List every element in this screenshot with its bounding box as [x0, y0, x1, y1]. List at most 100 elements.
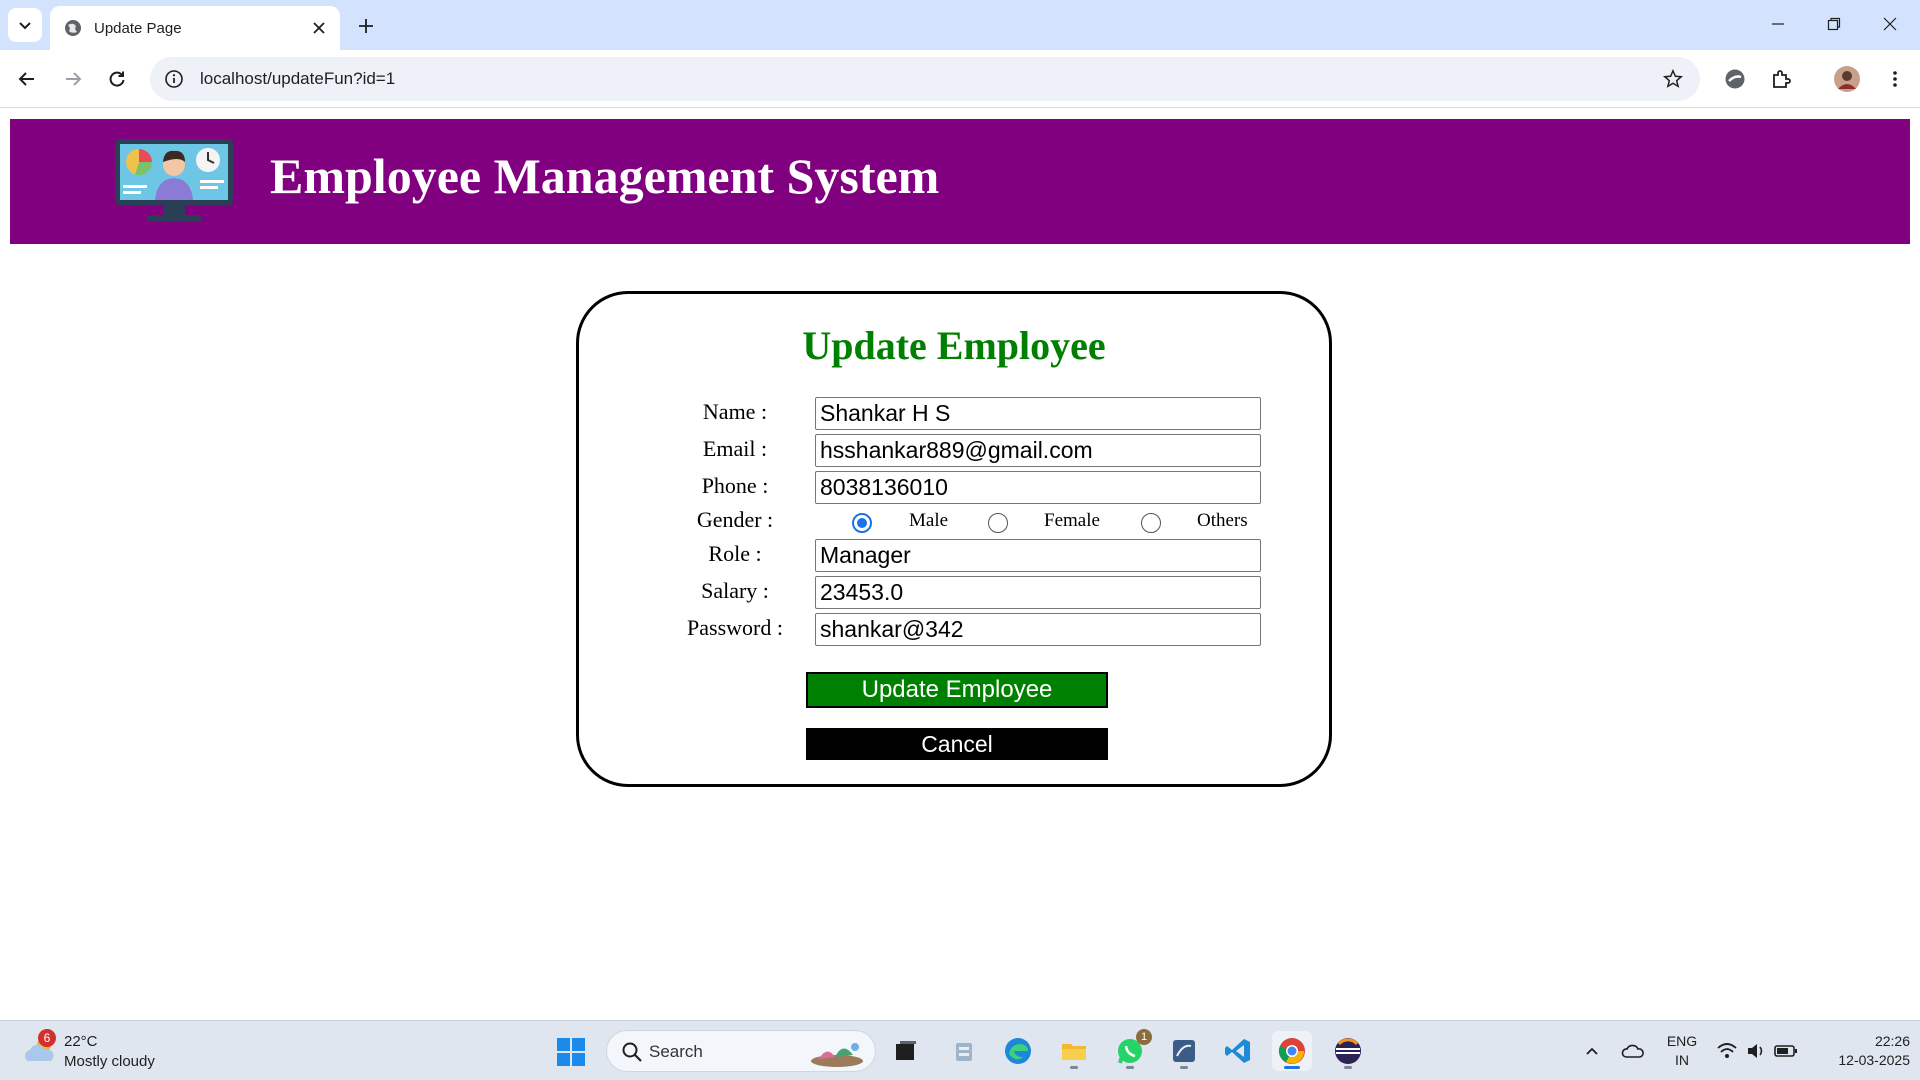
file-explorer-app[interactable] [1054, 1031, 1094, 1071]
forward-button[interactable] [56, 62, 90, 96]
language-indicator-bottom[interactable]: IN [1664, 1052, 1700, 1068]
eclipse-icon [1335, 1038, 1361, 1064]
running-indicator [1180, 1066, 1188, 1069]
extensions-button[interactable] [1766, 64, 1796, 94]
name-label: Name : [702, 399, 768, 424]
minimize-button[interactable] [1758, 10, 1798, 38]
gender-male-radio[interactable] [852, 513, 872, 533]
weather-widget[interactable]: 6 22°C Mostly cloudy [18, 1029, 178, 1073]
eclipse-app[interactable] [1328, 1031, 1368, 1071]
running-indicator [1284, 1066, 1300, 1069]
phone-input[interactable]: 8038136010 [815, 471, 1261, 504]
cloud-sync-icon [1621, 1044, 1644, 1058]
clock-time[interactable]: 22:26 [1810, 1033, 1910, 1049]
tab-title: Update Page [94, 19, 182, 37]
new-tab-button[interactable] [352, 12, 380, 40]
site-header: Employee Management System [10, 119, 1910, 244]
profile-avatar[interactable] [1832, 64, 1862, 94]
volume-tray-icon[interactable] [1744, 1039, 1768, 1063]
restore-button[interactable] [1814, 10, 1854, 38]
clock-date[interactable]: 12-03-2025 [1810, 1052, 1910, 1068]
cancel-button[interactable]: Cancel [806, 728, 1108, 760]
close-icon [1883, 17, 1897, 31]
browser-tab[interactable]: Update Page [50, 6, 340, 50]
tab-search-button[interactable] [8, 8, 42, 42]
windows-start-icon[interactable] [556, 1037, 586, 1067]
windows-taskbar: 6 22°C Mostly cloudy Search 1 ENG IN 22:… [0, 1020, 1920, 1080]
update-employee-form: Update Employee Name : Shankar H S Email… [576, 291, 1332, 787]
search-highlight-art [811, 1043, 863, 1067]
running-indicator [1070, 1066, 1078, 1069]
address-bar[interactable]: localhost/updateFun?id=1 [150, 57, 1700, 101]
gender-label: Gender : [696, 507, 774, 532]
url-text[interactable]: localhost/updateFun?id=1 [200, 69, 395, 89]
weather-badge: 6 [38, 1029, 56, 1047]
vscode-app[interactable] [1218, 1031, 1258, 1071]
chrome-app[interactable] [1272, 1031, 1312, 1071]
vscode-icon [1225, 1039, 1250, 1063]
password-input[interactable]: shankar@342 [815, 613, 1261, 646]
archive-icon [956, 1043, 972, 1061]
back-button[interactable] [10, 62, 44, 96]
arrow-right-icon [66, 72, 82, 86]
language-indicator-top[interactable]: ENG [1664, 1033, 1700, 1049]
block-circle-icon [1725, 69, 1745, 89]
running-indicator [1126, 1066, 1134, 1069]
browser-tab-strip: Update Page [0, 0, 1920, 50]
reload-button[interactable] [100, 62, 134, 96]
close-tab-icon[interactable] [310, 19, 328, 37]
phone-label: Phone : [701, 473, 769, 498]
file-cabinet-app[interactable] [944, 1031, 984, 1071]
salary-label: Salary : [701, 578, 769, 603]
info-icon[interactable] [164, 69, 184, 89]
browser-menu-button[interactable] [1880, 64, 1910, 94]
weather-temp: 22°C [64, 1033, 98, 1050]
page-viewport: Employee Management System Update Employ… [0, 109, 1920, 1020]
weather-condition: Mostly cloudy [64, 1053, 155, 1070]
gender-others-radio[interactable] [1141, 513, 1161, 533]
battery-tray-icon[interactable] [1772, 1039, 1800, 1063]
task-view-app[interactable] [886, 1031, 926, 1071]
gender-others-label: Others [1197, 510, 1248, 531]
onedrive-tray-icon[interactable] [1620, 1039, 1646, 1063]
reload-icon [109, 71, 125, 87]
employee-monitor-logo [115, 139, 233, 221]
chevron-up-icon [1586, 1047, 1598, 1055]
whatsapp-app[interactable]: 1 [1110, 1029, 1152, 1071]
show-hidden-icons-button[interactable] [1582, 1039, 1602, 1063]
database-icon [1173, 1040, 1195, 1062]
site-title: Employee Management System [270, 148, 940, 204]
role-input[interactable]: Manager [815, 539, 1261, 572]
puzzle-icon [1773, 70, 1791, 88]
password-label: Password : [687, 615, 783, 640]
bookmark-star-icon[interactable] [1662, 68, 1684, 90]
translate-extension-button[interactable] [1720, 64, 1750, 94]
whatsapp-badge: 1 [1136, 1029, 1152, 1045]
chrome-icon [1278, 1038, 1305, 1064]
gender-female-label: Female [1044, 510, 1100, 531]
taskbar-search-box[interactable]: Search [606, 1030, 876, 1072]
avatar-icon [1834, 66, 1860, 92]
mysql-workbench-app[interactable] [1164, 1031, 1204, 1071]
gender-male-label: Male [909, 510, 949, 531]
update-employee-button[interactable]: Update Employee [806, 672, 1108, 708]
folder-icon [1062, 1044, 1086, 1060]
gender-female-radio[interactable] [988, 513, 1008, 533]
search-icon [622, 1042, 642, 1062]
wifi-tray-icon[interactable] [1714, 1039, 1740, 1063]
globe-icon [65, 20, 81, 36]
minimize-icon [1772, 23, 1784, 25]
form-title: Update Employee [802, 323, 1106, 368]
arrow-left-icon [18, 72, 34, 86]
browser-toolbar: localhost/updateFun?id=1 [0, 50, 1920, 108]
running-indicator [1344, 1066, 1352, 1069]
close-window-button[interactable] [1870, 10, 1910, 38]
speaker-icon [1748, 1044, 1763, 1058]
edge-app[interactable] [998, 1031, 1038, 1071]
task-view-icon [896, 1041, 916, 1060]
salary-input[interactable]: 23453.0 [815, 576, 1261, 609]
wifi-icon [1717, 1043, 1737, 1058]
email-label: Email : [702, 436, 768, 461]
email-input[interactable]: hsshankar889@gmail.com [815, 434, 1261, 467]
name-input[interactable]: Shankar H S [815, 397, 1261, 430]
